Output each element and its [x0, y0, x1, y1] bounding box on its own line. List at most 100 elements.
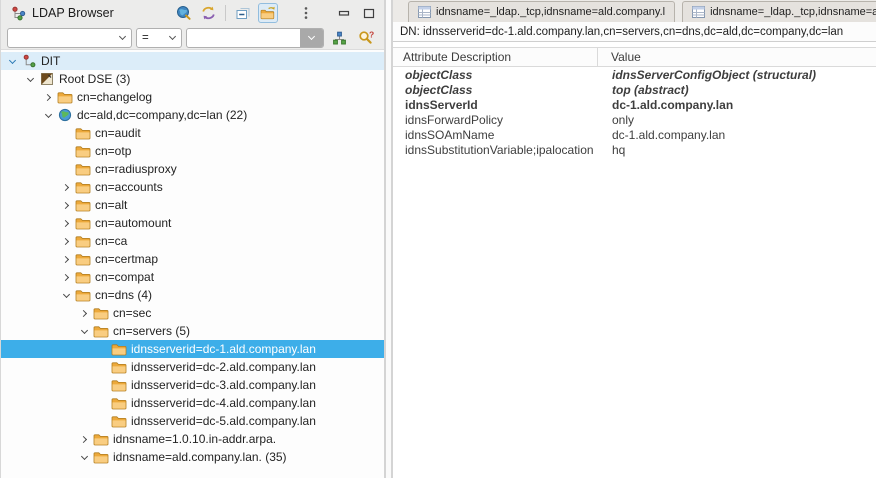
- folder-icon: [74, 234, 91, 249]
- tree-label: cn=alt: [95, 198, 133, 212]
- svg-text:?: ?: [369, 30, 374, 40]
- expander-icon[interactable]: [77, 306, 91, 320]
- folder-icon: [74, 126, 91, 141]
- tree-row[interactable]: cn=audit: [1, 124, 384, 142]
- maximize-icon[interactable]: [359, 3, 379, 23]
- folder-icon: [74, 180, 91, 195]
- column-header-attribute[interactable]: Attribute Description: [393, 48, 598, 66]
- hierarchy-button[interactable]: [328, 28, 351, 48]
- tree-row[interactable]: cn=ca: [1, 232, 384, 250]
- editor-tab-1[interactable]: idnsname=_ldap._tcp,idnsname=ald.company…: [408, 1, 675, 22]
- folder-icon: [110, 414, 127, 429]
- tree-row[interactable]: Root DSE (3): [1, 70, 384, 88]
- expander-icon[interactable]: [59, 180, 73, 194]
- minimize-icon[interactable]: [334, 3, 354, 23]
- folder-icon: [92, 432, 109, 447]
- editor-tab-2[interactable]: idnsname=_ldap._tcp,idnsname=ald.co: [682, 1, 876, 22]
- folder-icon: [74, 216, 91, 231]
- dn-text: DN: idnsserverid=dc-1.ald.company.lan,cn…: [400, 26, 843, 38]
- tree-row[interactable]: idnsname=ald.company.lan. (35): [1, 448, 384, 466]
- tree-row[interactable]: idnsserverid=dc-1.ald.company.lan: [1, 340, 384, 358]
- attribute-value: only: [598, 113, 876, 127]
- expander-icon[interactable]: [59, 270, 73, 284]
- tree-row[interactable]: dc=ald,dc=company,dc=lan (22): [1, 106, 384, 124]
- folder-icon: [74, 144, 91, 159]
- attribute-table-body: objectClass idnsServerConfigObject (stru…: [393, 67, 876, 157]
- column-header-value[interactable]: Value: [598, 48, 876, 66]
- tree-label: cn=sec: [113, 306, 157, 320]
- tree-row[interactable]: cn=sec: [1, 304, 384, 322]
- tree-row[interactable]: cn=certmap: [1, 250, 384, 268]
- tree-row[interactable]: cn=servers (5): [1, 322, 384, 340]
- tree-row[interactable]: idnsserverid=dc-2.ald.company.lan: [1, 358, 384, 376]
- tree-label: cn=audit: [95, 126, 147, 140]
- tree-row[interactable]: idnsserverid=dc-5.ald.company.lan: [1, 412, 384, 430]
- expander-icon[interactable]: [41, 90, 55, 104]
- expander-icon[interactable]: [77, 324, 91, 338]
- view-title: LDAP Browser: [32, 6, 114, 20]
- folder-icon: [74, 162, 91, 177]
- attribute-combo[interactable]: [7, 28, 132, 48]
- folder-icon: [74, 270, 91, 285]
- tree-row[interactable]: DIT: [1, 52, 384, 70]
- attribute-row[interactable]: idnsSOAmName dc-1.ald.company.lan: [393, 127, 876, 142]
- quick-search-globe-icon[interactable]: [173, 3, 193, 23]
- ldap-browser-icon: [11, 6, 26, 21]
- attribute-value: hq: [598, 143, 876, 157]
- expander-icon[interactable]: [59, 252, 73, 266]
- expander-icon[interactable]: [59, 216, 73, 230]
- attribute-value: idnsServerConfigObject (structural): [598, 68, 876, 82]
- tree-row[interactable]: cn=otp: [1, 142, 384, 160]
- tree-label: idnsname=ald.company.lan. (35): [113, 450, 293, 464]
- expander-icon[interactable]: [41, 108, 55, 122]
- operator-combo[interactable]: =: [136, 28, 182, 48]
- tree-row[interactable]: cn=compat: [1, 268, 384, 286]
- expander-icon[interactable]: [5, 54, 19, 68]
- panel-sash[interactable]: [384, 0, 393, 478]
- ldap-browser-panel: LDAP Browser = ? DIT: [0, 0, 384, 478]
- attribute-table-header[interactable]: Attribute Description Value: [393, 48, 876, 67]
- folder-icon: [110, 378, 127, 393]
- expander-icon[interactable]: [77, 432, 91, 446]
- refresh-icon[interactable]: [198, 3, 218, 23]
- tree-label: idnsserverid=dc-2.ald.company.lan: [131, 360, 322, 374]
- view-toolbar: [173, 3, 384, 23]
- tree-row[interactable]: cn=automount: [1, 214, 384, 232]
- expander-icon[interactable]: [59, 288, 73, 302]
- collapse-all-icon[interactable]: [233, 3, 253, 23]
- attribute-row[interactable]: idnsForwardPolicy only: [393, 112, 876, 127]
- expander-icon[interactable]: [59, 198, 73, 212]
- expander-icon[interactable]: [23, 72, 37, 86]
- tree-label: cn=certmap: [95, 252, 164, 266]
- attribute-name: idnsForwardPolicy: [393, 113, 598, 127]
- tree-row[interactable]: cn=accounts: [1, 178, 384, 196]
- attribute-row[interactable]: idnsSubstitutionVariable;ipalocation hq: [393, 142, 876, 157]
- quick-search-button[interactable]: ?: [355, 28, 378, 48]
- attribute-row[interactable]: objectClass top (abstract): [393, 82, 876, 97]
- search-value-dropdown-button[interactable]: [300, 29, 323, 47]
- tree-row[interactable]: idnsname=1.0.10.in-addr.arpa.: [1, 430, 384, 448]
- attribute-value: dc-1.ald.company.lan: [598, 128, 876, 142]
- link-with-editor-icon[interactable]: [258, 3, 278, 23]
- view-tab-ldap-browser[interactable]: LDAP Browser: [1, 0, 124, 26]
- entry-table-icon: [418, 6, 431, 18]
- tree-row[interactable]: idnsserverid=dc-3.ald.company.lan: [1, 376, 384, 394]
- tree-row[interactable]: cn=changelog: [1, 88, 384, 106]
- view-menu-icon[interactable]: [296, 3, 316, 23]
- expander-icon[interactable]: [77, 450, 91, 464]
- folder-icon: [74, 288, 91, 303]
- search-value-input[interactable]: [187, 29, 301, 47]
- attribute-name: idnsServerId: [393, 98, 598, 112]
- folder-icon: [110, 360, 127, 375]
- tree-row[interactable]: idnsserverid=dc-4.ald.company.lan: [1, 394, 384, 412]
- folder-icon: [56, 90, 73, 105]
- tree-label: cn=radiusproxy: [95, 162, 183, 176]
- tree-label: idnsserverid=dc-5.ald.company.lan: [131, 414, 322, 428]
- attribute-row[interactable]: objectClass idnsServerConfigObject (stru…: [393, 67, 876, 82]
- tree-row[interactable]: cn=alt: [1, 196, 384, 214]
- expander-icon[interactable]: [59, 234, 73, 248]
- attribute-row[interactable]: idnsServerId dc-1.ald.company.lan: [393, 97, 876, 112]
- tree-row[interactable]: cn=radiusproxy: [1, 160, 384, 178]
- attribute-name: objectClass: [393, 83, 598, 97]
- tree-row[interactable]: cn=dns (4): [1, 286, 384, 304]
